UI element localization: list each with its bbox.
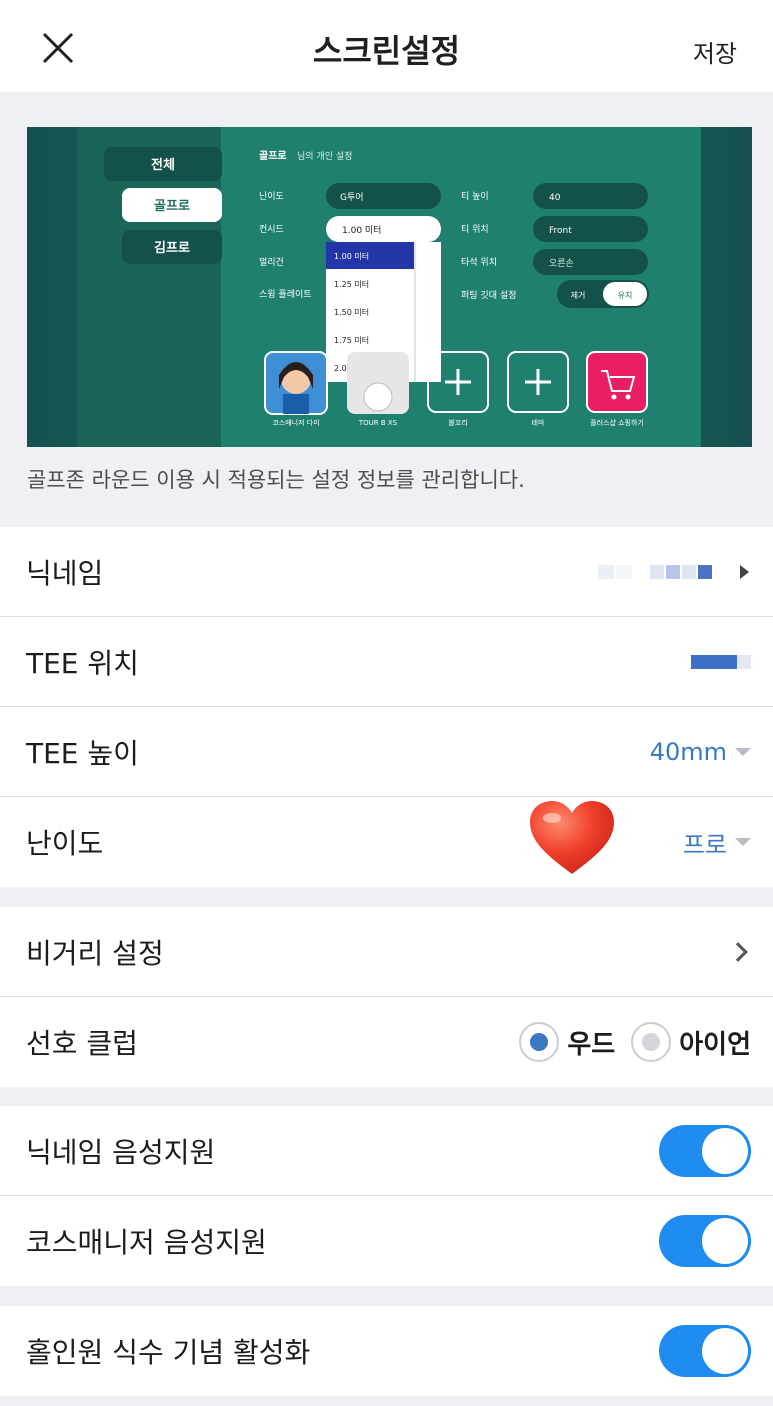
club-option-iron[interactable]: 아이언 [631, 1022, 751, 1062]
distance-settings-label: 비거리 설정 [26, 936, 164, 970]
preview-bottom-label: 코스매니저 다미 [272, 418, 319, 427]
settings-group-voice: 닉네임 음성지원 코스매니저 음성지원 [0, 1106, 773, 1286]
preview-setting-value: 오른손 [549, 258, 574, 269]
preview-setting-label: 티 높이 [461, 191, 489, 202]
tee-position-label: TEE 위치 [26, 646, 139, 680]
dropdown-caret-icon [735, 838, 751, 846]
preview-panel-title: 골프로 [259, 150, 287, 162]
distance-settings-row[interactable]: 비거리 설정 [0, 907, 773, 997]
preview-dropdown-option: 1.50 미터 [334, 308, 369, 317]
nickname-value-blurred [598, 564, 712, 579]
preview-setting-value: 1.00 미터 [342, 225, 381, 236]
chevron-right-icon [728, 941, 748, 962]
preview-setting-label: 난이도 [259, 191, 284, 202]
preview-dropdown-option: 1.25 미터 [334, 280, 369, 289]
preview-panel-subtitle: 님의 개인 설정 [297, 151, 352, 162]
chevron-right-icon [740, 564, 749, 579]
difficulty-value: 프로 [682, 830, 727, 859]
nickname-label: 닉네임 [26, 556, 104, 590]
course-manager-voice-label: 코스매니저 음성지원 [26, 1226, 267, 1259]
tee-position-row[interactable]: TEE 위치 [0, 617, 773, 707]
preview-setting-label: 퍼팅 깃대 설정 [461, 290, 516, 301]
course-manager-voice-row: 코스매니저 음성지원 [0, 1196, 773, 1286]
hole-in-one-row: 홀인원 식수 기념 활성화 [0, 1306, 773, 1396]
preview-toggle-on: 유지 [618, 291, 633, 300]
preferred-club-row: 선호 클럽 우드 아이언 [0, 997, 773, 1087]
club-option-wood[interactable]: 우드 [519, 1022, 615, 1062]
nickname-voice-toggle[interactable] [659, 1124, 751, 1177]
course-manager-voice-toggle[interactable] [659, 1215, 751, 1267]
preview-tab-kimpro: 김프로 [154, 241, 190, 256]
page-title: 스크린설정 [312, 32, 461, 70]
preview-setting-label: 컨시드 [259, 224, 284, 235]
preview-dropdown-option: 1.00 미터 [334, 252, 369, 261]
difficulty-row[interactable]: 난이도 프로 [0, 797, 773, 887]
tee-position-value-blurred [691, 654, 751, 669]
hole-in-one-toggle[interactable] [659, 1325, 751, 1377]
club-option-label: 아이언 [679, 1029, 751, 1060]
preview-bottom-label: TOUR B XS [358, 419, 398, 427]
hole-in-one-label: 홀인원 식수 기념 활성화 [26, 1336, 311, 1369]
dropdown-caret-icon [735, 747, 751, 756]
nickname-voice-label: 닉네임 음성지원 [26, 1135, 216, 1169]
preview-tab-all: 전체 [151, 157, 175, 173]
heart-icon [528, 800, 616, 876]
preview-caption: 골프존 라운드 이용 시 적용되는 설정 정보를 관리합니다. [27, 468, 525, 492]
nickname-row[interactable]: 닉네임 [0, 527, 773, 617]
tee-height-value: 40mm [649, 737, 727, 766]
settings-group-club: 비거리 설정 선호 클럽 우드 아이언 [0, 907, 773, 1087]
preview-bottom-label: 테마 [532, 418, 545, 427]
preview-bottom-label: 볼꼬리 [448, 418, 467, 427]
preview-setting-label: 티 위치 [461, 223, 489, 235]
tee-height-row[interactable]: TEE 높이 40mm [0, 707, 773, 797]
preview-dropdown-option: 1.75 미터 [334, 336, 369, 345]
nickname-voice-row: 닉네임 음성지원 [0, 1106, 773, 1196]
preferred-club-label: 선호 클럽 [26, 1027, 138, 1060]
preview-setting-value: 40 [549, 193, 561, 203]
radio-unselected-icon[interactable] [631, 1022, 672, 1062]
preview-setting-label: 스윙 플레이트 [259, 289, 312, 300]
save-button[interactable]: 저장 [693, 34, 737, 69]
preview-setting-label: 멀리건 [259, 256, 284, 268]
preview-toggle-off: 제거 [571, 291, 586, 300]
preview-bottom-label: 플러스샵 쇼핑하기 [590, 418, 644, 427]
preview-setting-label: 타석 위치 [461, 256, 497, 268]
app-header: 스크린설정 저장 [0, 0, 773, 92]
preview-tab-golfpro: 골프로 [154, 199, 190, 214]
tee-height-label: TEE 높이 [26, 736, 139, 770]
preview-section: 전체 골프로 김프로 골프로 님의 개인 설정 난이도 G투어 컨시드 1.00… [0, 92, 773, 527]
settings-group-basic: 닉네임 TEE 위치 TEE 높이 40mm 난이도 프로 [0, 527, 773, 887]
club-option-label: 우드 [567, 1029, 616, 1060]
preview-setting-value: Front [549, 226, 572, 236]
screen-preview-image: 전체 골프로 김프로 골프로 님의 개인 설정 난이도 G투어 컨시드 1.00… [27, 127, 752, 447]
radio-selected-icon[interactable] [519, 1022, 560, 1062]
settings-group-hole-in-one: 홀인원 식수 기념 활성화 [0, 1306, 773, 1396]
preview-setting-value: G투어 [340, 192, 364, 203]
